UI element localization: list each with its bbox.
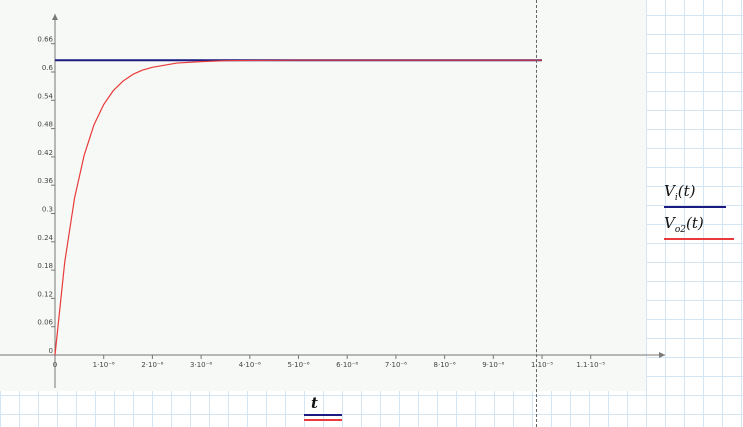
- x-axis-label-group: t: [304, 394, 342, 421]
- x-tick-label: 2·10⁻⁶: [141, 361, 163, 369]
- legend-swatch-vi: [664, 206, 726, 208]
- legend-item-vo2: Vo2(t): [664, 214, 734, 240]
- page-break-divider: [536, 0, 537, 427]
- y-tick-label: 0.3: [42, 206, 53, 214]
- x-axis-label: t: [311, 394, 318, 412]
- x-tick-label: 6·10⁻⁶: [336, 361, 358, 369]
- legend-label-vo2: Vo2(t): [664, 214, 704, 235]
- y-tick-label: 0.54: [37, 92, 53, 100]
- x-tick-label: 1·10⁻⁵: [531, 361, 553, 369]
- ticks-layer: 0 1·10⁻⁶ 2·10⁻⁶ 3·10⁻⁶ 4·10⁻⁶ 5·10⁻⁶ 6·10⁻⁶ 7·1…: [37, 36, 605, 369]
- x-tick-label: 5·10⁻⁶: [287, 361, 309, 369]
- y-tick-label: 0.12: [37, 290, 53, 298]
- x-tick-label: 1.1·10⁻⁵: [576, 361, 605, 369]
- x-tick-label: 3·10⁻⁶: [190, 361, 212, 369]
- y-tick-label: 0.42: [37, 149, 53, 157]
- x-tick-label: 1·10⁻⁶: [93, 361, 115, 369]
- series-layer: [54, 59, 542, 356]
- y-tick-label: 0.66: [37, 36, 53, 44]
- y-tick-label: 0.24: [37, 234, 53, 242]
- x-label-swatch-vi: [304, 414, 342, 416]
- x-tick-label: 7·10⁻⁶: [385, 361, 407, 369]
- x-tick-label: 4·10⁻⁶: [239, 361, 261, 369]
- series-line-vo2: [54, 59, 542, 356]
- line-chart: 0 1·10⁻⁶ 2·10⁻⁶ 3·10⁻⁶ 4·10⁻⁶ 5·10⁻⁶ 6·10⁻⁶ 7·1…: [0, 14, 666, 388]
- y-tick-label: 0.36: [37, 177, 53, 185]
- y-tick-label: 0.48: [37, 121, 53, 129]
- y-axis-arrow: [52, 14, 58, 20]
- x-label-swatch-vo2: [304, 419, 342, 421]
- x-tick-label: 9·10⁻⁶: [482, 361, 504, 369]
- legend-label-vi: Vi(t): [664, 182, 696, 203]
- y-tick-label: 0.06: [37, 319, 53, 327]
- legend-item-vi: Vi(t): [664, 182, 726, 208]
- y-tick-label: 0.18: [37, 262, 53, 270]
- x-axis-arrow: [659, 352, 666, 358]
- y-tick-label: 0: [49, 347, 53, 355]
- x-tick-label: 8·10⁻⁶: [434, 361, 456, 369]
- y-tick-label: 0.6: [42, 64, 54, 72]
- legend-swatch-vo2: [664, 238, 734, 240]
